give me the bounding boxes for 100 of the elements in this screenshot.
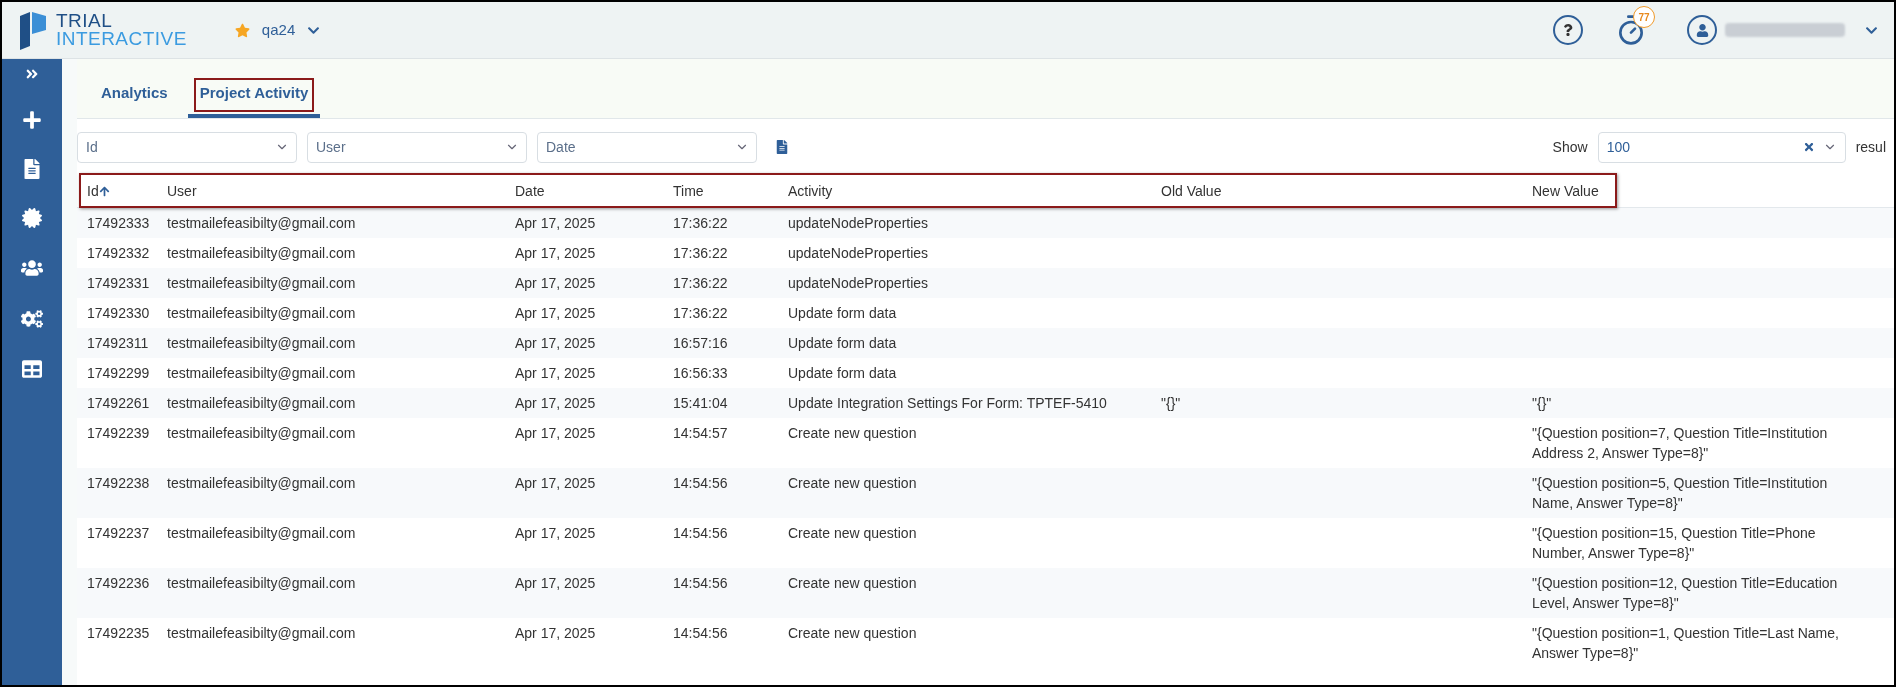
table-cell: 17492239 [87,425,150,441]
table-cell: testmailefeasibilty@gmail.com [167,365,356,381]
table-cell: 17492299 [87,365,150,381]
table-cell: 16:56:33 [673,365,728,381]
table-cell: Update Integration Settings For Form: TPTEF-5410 [788,395,1107,411]
column-header[interactable]: Date [505,180,663,202]
logo-icon [18,10,48,50]
table-cell: testmailefeasibilty@gmail.com [167,275,356,291]
table-cell: Apr 17, 2025 [515,335,596,351]
table-cell: 17:36:22 [673,215,728,231]
table-cell: Apr 17, 2025 [515,245,596,261]
page-size-value: 100 [1606,137,1631,157]
table-cell: testmailefeasibilty@gmail.com [167,625,356,641]
filter-dropdown[interactable]: User [307,131,527,163]
table-cell: 17492236 [87,575,150,591]
table-cell: "{Question position=7, Question Title=Institution Address 2, Answer Type=8}" [1532,425,1828,461]
table-cell: 17:36:22 [673,275,728,291]
table-cell: Update form data [788,305,897,321]
column-header[interactable]: Id [77,180,157,202]
table-cell: 14:54:57 [673,425,728,441]
table-cell: testmailefeasibilty@gmail.com [167,425,356,441]
table-cell: 17492235 [87,625,150,641]
column-header[interactable]: User [157,180,505,202]
table-cell: Update form data [788,365,897,381]
table-cell: 17492330 [87,305,150,321]
table-cell: Apr 17, 2025 [515,425,596,441]
table-cell: testmailefeasibilty@gmail.com [167,575,356,591]
help-button[interactable] [1553,15,1583,45]
settings-icon[interactable] [21,308,43,330]
table-cell: Create new question [788,425,917,441]
table-cell: Create new question [788,475,917,491]
table-cell: testmailefeasibilty@gmail.com [167,395,356,411]
table-cell: 17:36:22 [673,305,728,321]
table-cell: Apr 17, 2025 [515,525,596,541]
table-cell: "{Question position=1, Question Title=Last Name, Answer Type=8}" [1532,625,1839,661]
column-header[interactable]: Activity [778,180,1151,202]
tab[interactable]: Analytics [89,72,180,118]
timer-badge: 77 [1633,6,1655,28]
table-cell: 17492238 [87,475,150,491]
table-cell: Apr 17, 2025 [515,625,596,641]
table-cell: "{Question position=5, Question Title=Institution Name, Answer Type=8}" [1532,475,1828,511]
table-cell: "{Question position=15, Question Title=Phone Number, Answer Type=8}" [1532,525,1816,561]
table-cell: testmailefeasibilty@gmail.com [167,215,356,231]
project-selector[interactable]: qa24 [234,18,321,42]
table-cell: 17492331 [87,275,150,291]
table-cell: 14:54:56 [673,625,728,641]
results-label: resul [1855,137,1886,157]
export-icon[interactable] [775,140,789,154]
table-icon[interactable] [22,359,42,379]
table-cell: 17:36:22 [673,245,728,261]
table-cell: testmailefeasibilty@gmail.com [167,245,356,261]
users-icon[interactable] [21,257,43,279]
user-menu[interactable] [1687,15,1878,45]
table-cell: Update form data [788,335,897,351]
page-size-select[interactable]: 100 [1597,131,1846,163]
table-cell: 17492237 [87,525,150,541]
table-cell: 15:41:04 [673,395,728,411]
table-cell: "{}" [1161,395,1181,411]
table-cell: 14:54:56 [673,525,728,541]
table-cell: Create new question [788,625,917,641]
table-cell: Apr 17, 2025 [515,365,596,381]
table-cell: "{}" [1532,395,1552,411]
plus-icon[interactable] [22,110,42,130]
table-cell: 16:57:16 [673,335,728,351]
user-icon [1687,15,1717,45]
table-cell: Apr 17, 2025 [515,575,596,591]
column-header[interactable]: Time [663,180,778,202]
table-cell: Create new question [788,575,917,591]
show-label: Show [1552,137,1588,157]
filter-dropdown[interactable]: Id [77,131,297,163]
table-cell: Create new question [788,525,917,541]
table-cell: testmailefeasibilty@gmail.com [167,305,356,321]
seal-icon[interactable] [22,208,42,228]
table-cell: Apr 17, 2025 [515,395,596,411]
table-cell: updateNodeProperties [788,215,929,231]
table-cell: 17492311 [87,335,149,351]
table-cell: Apr 17, 2025 [515,475,596,491]
table-cell: 14:54:56 [673,575,728,591]
table-cell: testmailefeasibilty@gmail.com [167,475,356,491]
table-cell: updateNodeProperties [788,245,929,261]
table-cell: testmailefeasibilty@gmail.com [167,335,356,351]
column-header[interactable]: New Value [1522,180,1852,202]
logo-text: INTERACTIVE [56,30,187,48]
table-cell: 17492333 [87,215,150,231]
expand-icon[interactable] [25,67,39,81]
table-cell: Apr 17, 2025 [515,305,596,321]
table-cell: testmailefeasibilty@gmail.com [167,525,356,541]
clear-icon[interactable] [1802,141,1815,153]
filter-dropdown[interactable]: Date [537,131,757,163]
table-cell: 17492332 [87,245,150,261]
table-cell: 14:54:56 [673,475,728,491]
table-cell: 17492261 [87,395,150,411]
project-name: qa24 [261,19,296,40]
table-cell: Apr 17, 2025 [515,215,596,231]
logo-text: TRIAL [56,12,114,30]
document-icon[interactable] [22,159,42,179]
table-cell: "{Question position=12, Question Title=Education Level, Answer Type=8}" [1532,575,1838,611]
table-cell: Apr 17, 2025 [515,275,596,291]
column-header[interactable]: Old Value [1151,180,1522,202]
question-icon [1562,24,1574,36]
